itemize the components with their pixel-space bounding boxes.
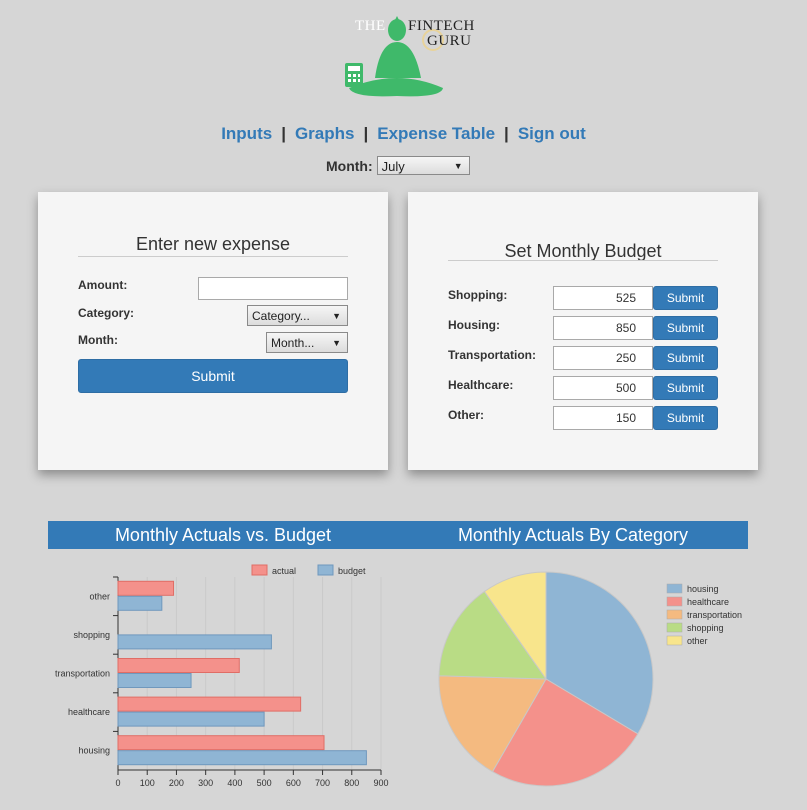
bar-actual-healthcare	[117, 696, 302, 712]
y-category-label: shopping	[73, 630, 110, 640]
month-label: Month:	[78, 333, 118, 347]
x-tick-label: 900	[373, 778, 388, 788]
legend-label-other: other	[687, 636, 708, 646]
main-nav: Inputs | Graphs | Expense Table | Sign out	[0, 124, 807, 144]
actuals-vs-budget-chart: 0 100 200 300 400 500 600 700 800 900 other shoppin…	[55, 564, 389, 788]
budget-label-other: Other:	[448, 408, 484, 422]
y-category-label: other	[89, 591, 110, 601]
x-tick-label: 100	[140, 778, 155, 788]
legend-swatch-healthcare	[666, 596, 683, 607]
y-category-label: housing	[78, 746, 110, 756]
budget-panel-divider	[448, 260, 718, 261]
expense-submit-button[interactable]: Submit	[78, 359, 348, 393]
x-tick-label: 300	[198, 778, 213, 788]
x-tick-label: 800	[344, 778, 359, 788]
budget-label-transportation: Transportation:	[448, 348, 537, 362]
budget-submit-transportation[interactable]: Submit	[653, 346, 718, 370]
legend-swatch-other	[666, 635, 683, 646]
month-selector-row: Month: July ▼	[326, 156, 470, 175]
bar-budget-other	[117, 595, 163, 611]
budget-label-housing: Housing:	[448, 318, 500, 332]
month-select[interactable]: July ▼	[376, 156, 470, 175]
bar-budget-housing	[117, 750, 367, 766]
legend-swatch-budget	[317, 564, 334, 576]
category-label: Category:	[78, 306, 135, 320]
amount-input[interactable]	[198, 277, 348, 300]
x-tick-label: 500	[257, 778, 272, 788]
nav-graphs[interactable]: Graphs	[295, 124, 355, 143]
bar-actual-housing	[117, 735, 325, 751]
legend-label-transportation: transportation	[687, 610, 742, 620]
dropdown-arrow-icon: ▼	[453, 161, 463, 171]
expense-month-select[interactable]: Month... ▼	[266, 332, 348, 353]
x-tick-label: 700	[315, 778, 330, 788]
legend-label-budget: budget	[338, 566, 366, 576]
dropdown-arrow-icon: ▼	[332, 338, 341, 348]
month-select-value: July	[381, 159, 405, 174]
legend-label-housing: housing	[687, 584, 719, 594]
bar-actual-other	[117, 580, 175, 596]
budget-input-housing[interactable]: 850	[553, 316, 653, 340]
pie-chart-title: Monthly Actuals By Category	[398, 521, 748, 549]
y-category-label: healthcare	[68, 707, 110, 717]
month-selector-label: Month:	[326, 157, 373, 174]
x-tick-label: 600	[286, 778, 301, 788]
expense-month-select-value: Month...	[271, 336, 315, 350]
budget-panel-title: Set Monthly Budget	[504, 241, 662, 261]
expense-panel-divider	[78, 256, 348, 257]
dropdown-arrow-icon: ▼	[332, 311, 341, 321]
fintech-guru-logo: THE FINTECH GURU	[345, 8, 475, 100]
legend-swatch-transportation	[666, 609, 683, 620]
x-tick-label: 400	[227, 778, 242, 788]
nav-inputs[interactable]: Inputs	[221, 124, 272, 143]
nav-separator: |	[281, 124, 286, 143]
budget-submit-shopping[interactable]: Submit	[653, 286, 718, 310]
budget-input-shopping[interactable]: 525	[553, 286, 653, 310]
nav-separator: |	[504, 124, 509, 143]
x-tick-label: 200	[169, 778, 184, 788]
category-select-value: Category...	[252, 309, 310, 323]
x-tick-label: 0	[115, 778, 120, 788]
budget-submit-healthcare[interactable]: Submit	[653, 376, 718, 400]
legend-label-healthcare: healthcare	[687, 597, 729, 607]
expense-panel-title: Enter new expense	[135, 234, 291, 254]
budget-panel: Set Monthly Budget Shopping: 525 Submit …	[408, 192, 758, 470]
actuals-by-category-chart: housing healthcare transportation shopping o…	[438, 571, 742, 787]
bar-budget-shopping	[117, 634, 272, 650]
logo-text-the: THE	[355, 18, 386, 34]
y-category-label: transportation	[55, 669, 110, 679]
bar-budget-healthcare	[117, 711, 265, 727]
legend-label-shopping: shopping	[687, 623, 724, 633]
amount-label: Amount:	[78, 278, 128, 292]
legend-swatch-housing	[666, 583, 683, 594]
legend-swatch-actual	[251, 564, 268, 576]
bar-budget-transportation	[117, 673, 192, 688]
budget-label-shopping: Shopping:	[448, 288, 508, 302]
category-select[interactable]: Category... ▼	[247, 305, 348, 326]
logo-text-guru: GURU	[427, 33, 472, 49]
budget-input-other[interactable]: 150	[553, 406, 653, 430]
nav-separator: |	[363, 124, 369, 143]
budget-submit-other[interactable]: Submit	[653, 406, 718, 430]
budget-submit-housing[interactable]: Submit	[653, 316, 718, 340]
budget-label-healthcare: Healthcare:	[448, 378, 514, 392]
nav-expense-table[interactable]: Expense Table	[377, 124, 495, 143]
bar-chart-title: Monthly Actuals vs. Budget	[48, 521, 398, 549]
expense-panel: Enter new expense Amount: Category: Cate…	[38, 192, 388, 470]
bar-actual-transportation	[117, 658, 240, 673]
legend-label-actual: actual	[272, 566, 296, 576]
budget-input-transportation[interactable]: 250	[553, 346, 653, 370]
legend-swatch-shopping	[666, 622, 683, 633]
budget-input-healthcare[interactable]: 500	[553, 376, 653, 400]
nav-sign-out[interactable]: Sign out	[518, 124, 586, 143]
